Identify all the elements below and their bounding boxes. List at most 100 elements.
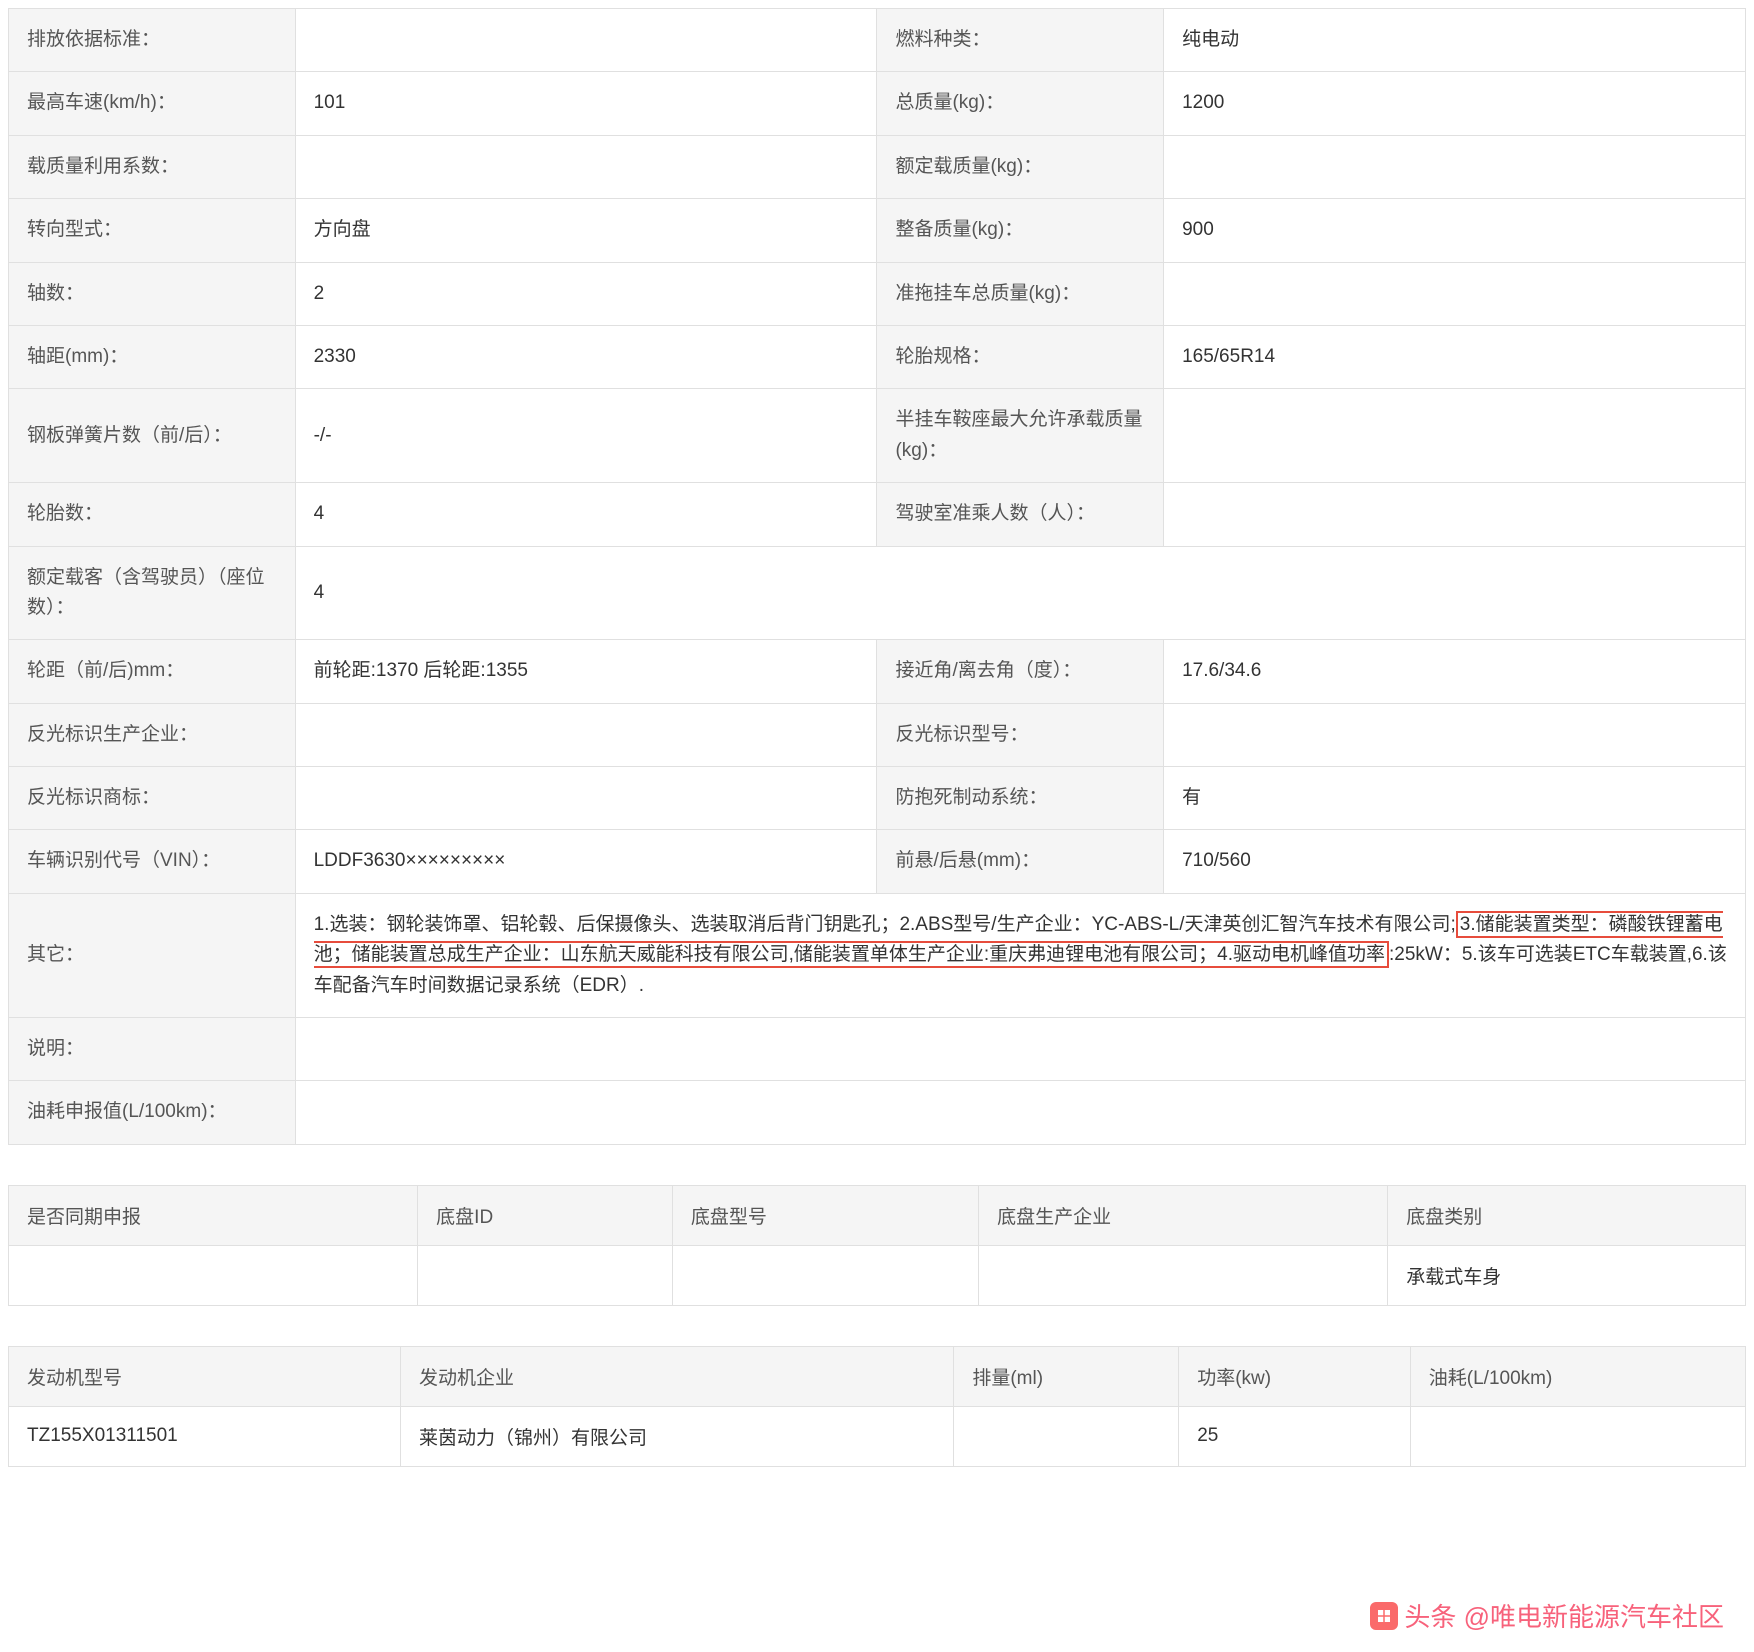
table-header-row: 发动机型号 发动机企业 排量(ml) 功率(kw) 油耗(L/100km) [9, 1346, 1746, 1406]
spec-value: 2330 [295, 325, 877, 388]
table-row: 额定载客（含驾驶员）（座位数）： 4 [9, 546, 1746, 640]
cell: TZ155X01311501 [9, 1406, 401, 1466]
spec-value [295, 1018, 1745, 1081]
cell [954, 1406, 1179, 1466]
table-row: 油耗申报值(L/100km)： [9, 1081, 1746, 1144]
table-row: 最高车速(km/h)： 101 总质量(kg)： 1200 [9, 72, 1746, 135]
spec-value-other: 1.选装：钢轮装饰罩、铝轮毂、后保摄像头、选装取消后背门钥匙孔；2.ABS型号/… [295, 893, 1745, 1017]
spec-label: 额定载客（含驾驶员）（座位数）： [9, 546, 296, 640]
cell: 25 [1179, 1406, 1411, 1466]
spec-label: 说明： [9, 1018, 296, 1081]
spec-value: 4 [295, 546, 1745, 640]
other-pre: 1.选装：钢轮装饰罩、铝轮毂、后保摄像头、选装取消后背门钥匙孔；2.ABS型号/… [314, 914, 1456, 935]
watermark-text: 头条 @唯电新能源汽车社区 [1404, 1597, 1724, 1634]
table-row: 轮距（前/后)mm： 前轮距:1370 后轮距:1355 接近角/离去角（度）：… [9, 640, 1746, 703]
spec-label: 轮胎数： [9, 483, 296, 546]
spec-value: 900 [1164, 199, 1746, 262]
spec-value: 纯电动 [1164, 9, 1746, 72]
table-row: 钢板弹簧片数（前/后）： -/- 半挂车鞍座最大允许承载质量(kg)： [9, 389, 1746, 483]
spec-value: 101 [295, 72, 877, 135]
spec-label: 燃料种类： [877, 9, 1164, 72]
table-row: 排放依据标准： 燃料种类： 纯电动 [9, 9, 1746, 72]
engine-table: 发动机型号 发动机企业 排量(ml) 功率(kw) 油耗(L/100km) TZ… [8, 1346, 1746, 1467]
chassis-table: 是否同期申报 底盘ID 底盘型号 底盘生产企业 底盘类别 承载式车身 [8, 1185, 1746, 1306]
cell [9, 1245, 418, 1305]
spec-label: 其它： [9, 893, 296, 1017]
cell [1410, 1406, 1745, 1466]
watermark: 头条 @唯电新能源汽车社区 [1370, 1597, 1724, 1634]
spec-label: 额定载质量(kg)： [877, 135, 1164, 198]
table-row: 反光标识生产企业： 反光标识型号： [9, 703, 1746, 766]
spec-label: 车辆识别代号（VIN）： [9, 830, 296, 893]
spec-label: 转向型式： [9, 199, 296, 262]
spec-value: 2 [295, 262, 877, 325]
col-header: 油耗(L/100km) [1410, 1346, 1745, 1406]
table-row: 车辆识别代号（VIN）： LDDF3630××××××××× 前悬/后悬(mm)… [9, 830, 1746, 893]
col-header: 底盘生产企业 [979, 1185, 1388, 1245]
col-header: 发动机企业 [400, 1346, 953, 1406]
spec-value: 前轮距:1370 后轮距:1355 [295, 640, 877, 703]
table-row-other: 其它： 1.选装：钢轮装饰罩、铝轮毂、后保摄像头、选装取消后背门钥匙孔；2.AB… [9, 893, 1746, 1017]
spec-value: 方向盘 [295, 199, 877, 262]
spec-label: 轴距(mm)： [9, 325, 296, 388]
spec-value [1164, 389, 1746, 483]
spec-label: 总质量(kg)： [877, 72, 1164, 135]
spec-label: 准拖挂车总质量(kg)： [877, 262, 1164, 325]
spec-value [295, 767, 877, 830]
col-header: 排量(ml) [954, 1346, 1179, 1406]
spec-value [295, 135, 877, 198]
spec-value: 有 [1164, 767, 1746, 830]
spec-value [295, 703, 877, 766]
spec-value [1164, 703, 1746, 766]
table-row: 轴数： 2 准拖挂车总质量(kg)： [9, 262, 1746, 325]
col-header: 底盘ID [418, 1185, 673, 1245]
spec-label: 驾驶室准乘人数（人）： [877, 483, 1164, 546]
spec-label: 载质量利用系数： [9, 135, 296, 198]
col-header: 底盘类别 [1388, 1185, 1746, 1245]
col-header: 发动机型号 [9, 1346, 401, 1406]
table-header-row: 是否同期申报 底盘ID 底盘型号 底盘生产企业 底盘类别 [9, 1185, 1746, 1245]
table-row: 反光标识商标： 防抱死制动系统： 有 [9, 767, 1746, 830]
table-row: TZ155X01311501 莱茵动力（锦州）有限公司 25 [9, 1406, 1746, 1466]
spec-label: 钢板弹簧片数（前/后）： [9, 389, 296, 483]
spec-label: 反光标识型号： [877, 703, 1164, 766]
spec-value [1164, 135, 1746, 198]
spec-label: 轮距（前/后)mm： [9, 640, 296, 703]
spec-label: 半挂车鞍座最大允许承载质量(kg)： [877, 389, 1164, 483]
col-header: 底盘型号 [672, 1185, 978, 1245]
cell [672, 1245, 978, 1305]
spec-value: 4 [295, 483, 877, 546]
cell [418, 1245, 673, 1305]
spec-label: 轴数： [9, 262, 296, 325]
table-row: 转向型式： 方向盘 整备质量(kg)： 900 [9, 199, 1746, 262]
spec-label: 反光标识生产企业： [9, 703, 296, 766]
col-header: 功率(kw) [1179, 1346, 1411, 1406]
spec-label: 轮胎规格： [877, 325, 1164, 388]
cell: 承载式车身 [1388, 1245, 1746, 1305]
table-row: 承载式车身 [9, 1245, 1746, 1305]
spec-value: LDDF3630××××××××× [295, 830, 877, 893]
spec-label: 接近角/离去角（度）： [877, 640, 1164, 703]
specs-table: 排放依据标准： 燃料种类： 纯电动 最高车速(km/h)： 101 总质量(kg… [8, 8, 1746, 1145]
spec-value [1164, 262, 1746, 325]
table-row: 载质量利用系数： 额定载质量(kg)： [9, 135, 1746, 198]
col-header: 是否同期申报 [9, 1185, 418, 1245]
spec-label: 防抱死制动系统： [877, 767, 1164, 830]
spec-value [295, 1081, 1745, 1144]
spec-label: 前悬/后悬(mm)： [877, 830, 1164, 893]
spec-label: 整备质量(kg)： [877, 199, 1164, 262]
spec-label: 油耗申报值(L/100km)： [9, 1081, 296, 1144]
spec-value [1164, 483, 1746, 546]
spec-value: 1200 [1164, 72, 1746, 135]
table-row: 轴距(mm)： 2330 轮胎规格： 165/65R14 [9, 325, 1746, 388]
spec-label: 排放依据标准： [9, 9, 296, 72]
table-row: 说明： [9, 1018, 1746, 1081]
spec-value: 165/65R14 [1164, 325, 1746, 388]
spec-value: 17.6/34.6 [1164, 640, 1746, 703]
cell [979, 1245, 1388, 1305]
spec-value: 710/560 [1164, 830, 1746, 893]
spec-label: 最高车速(km/h)： [9, 72, 296, 135]
table-row: 轮胎数： 4 驾驶室准乘人数（人）： [9, 483, 1746, 546]
spec-value: -/- [295, 389, 877, 483]
spec-value [295, 9, 877, 72]
